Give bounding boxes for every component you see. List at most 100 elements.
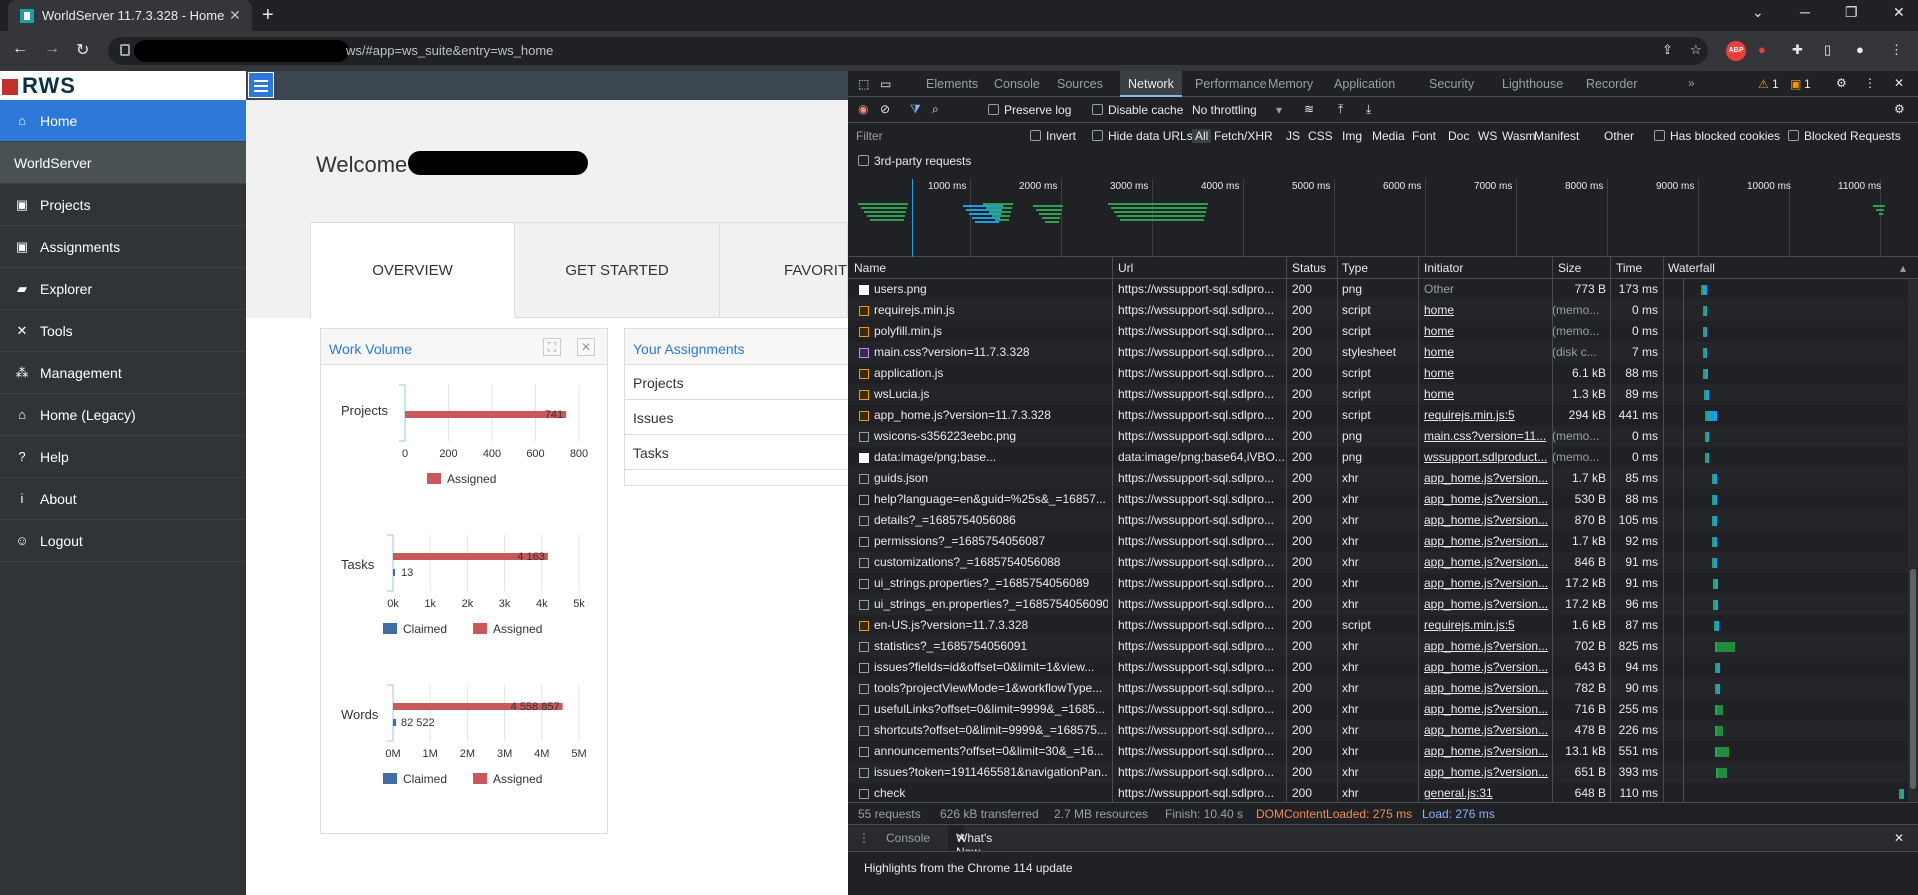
devtools-tab-elements[interactable]: Elements — [926, 71, 978, 97]
invert-checkbox[interactable]: Invert — [1030, 129, 1076, 143]
request-initiator[interactable]: app_home.js?version... — [1424, 723, 1550, 737]
col-time[interactable]: Time — [1616, 261, 1642, 275]
request-initiator[interactable]: app_home.js?version... — [1424, 639, 1550, 653]
filter-type-fetch-xhr[interactable]: Fetch/XHR — [1214, 129, 1273, 143]
col-size[interactable]: Size — [1558, 261, 1581, 275]
hide-data-urls-checkbox[interactable]: Hide data URLs — [1092, 129, 1193, 143]
request-initiator[interactable]: app_home.js?version... — [1424, 597, 1550, 611]
nav-item-help[interactable]: ? Help — [0, 436, 246, 478]
tab-get-started[interactable]: GET STARTED — [514, 222, 720, 318]
network-request-row[interactable]: en-US.js?version=11.7.3.328 https://wssup… — [848, 615, 1908, 636]
network-request-row[interactable]: tools?projectViewMode=1&workflowType... h… — [848, 678, 1908, 699]
scrollbar-thumb[interactable] — [1910, 569, 1916, 789]
devtools-tab-security[interactable]: Security — [1429, 71, 1474, 97]
close-widget-icon[interactable]: ✕ — [577, 338, 595, 356]
tab-overview[interactable]: OVERVIEW — [310, 222, 515, 318]
device-toolbar-icon[interactable]: ▭ — [880, 77, 891, 91]
chrome-menu-icon[interactable]: ⋮ — [1890, 42, 1903, 58]
share-icon[interactable]: ⇪ — [1662, 42, 1673, 58]
close-tab-icon[interactable]: ✕ — [226, 7, 244, 24]
hamburger-menu-icon[interactable] — [248, 72, 274, 98]
disable-cache-checkbox[interactable]: Disable cache — [1092, 103, 1183, 117]
network-conditions-icon[interactable]: ≋ — [1304, 102, 1314, 116]
close-tab-icon[interactable]: ✕ — [956, 831, 966, 845]
request-initiator[interactable]: home — [1424, 303, 1550, 317]
warnings-icon[interactable]: ⚠ — [1758, 77, 1769, 91]
nav-item-about[interactable]: i About — [0, 478, 246, 520]
more-tabs-icon[interactable]: » — [1688, 76, 1695, 90]
request-initiator[interactable]: app_home.js?version... — [1424, 534, 1550, 548]
network-settings-icon[interactable]: ⚙ — [1894, 102, 1905, 116]
network-request-row[interactable]: statistics?_=1685754056091 https://wssupp… — [848, 636, 1908, 657]
filter-type-manifest[interactable]: Manifest — [1534, 129, 1579, 143]
issues-icon[interactable]: ▣ — [1790, 77, 1801, 91]
filter-type-img[interactable]: Img — [1342, 129, 1362, 143]
network-overview-timeline[interactable]: 1000 ms 2000 ms 3000 ms 4000 ms 5000 ms 6000 … — [848, 175, 1918, 257]
request-initiator[interactable]: app_home.js?version... — [1424, 492, 1550, 506]
request-initiator[interactable]: app_home.js?version... — [1424, 681, 1550, 695]
nav-item-management[interactable]: ⁂ Management — [0, 352, 246, 394]
request-initiator[interactable]: app_home.js?version... — [1424, 702, 1550, 716]
request-initiator[interactable]: wssupport.sdlproduct... — [1424, 450, 1550, 464]
export-har-icon[interactable]: ⤓ — [1366, 102, 1371, 117]
col-status[interactable]: Status — [1292, 261, 1326, 275]
network-request-row[interactable]: permissions?_=1685754056087 https://wssup… — [848, 531, 1908, 552]
filter-type-js[interactable]: JS — [1286, 129, 1300, 143]
issues-count[interactable]: 1 — [1804, 77, 1811, 91]
request-initiator[interactable]: general.js:31 — [1424, 786, 1550, 800]
request-initiator[interactable]: home — [1424, 366, 1550, 380]
devtools-tab-sources[interactable]: Sources — [1057, 71, 1103, 97]
omnibox[interactable]: ws/#app=ws_suite&entry=ws_home — [108, 37, 1708, 65]
profile-icon[interactable]: ● — [1856, 42, 1864, 57]
preserve-log-checkbox[interactable]: Preserve log — [988, 103, 1071, 117]
filter-type-all[interactable]: All — [1192, 129, 1212, 143]
close-window-button[interactable]: ✕ — [1893, 4, 1905, 21]
rws-logo[interactable]: RWS — [2, 73, 76, 99]
network-request-row[interactable]: main.css?version=11.7.3.328 https://wssup… — [848, 342, 1908, 363]
request-initiator[interactable]: requirejs.min.js:5 — [1424, 408, 1550, 422]
assignments-tasks-link[interactable]: Tasks — [625, 435, 848, 470]
import-har-icon[interactable]: ⤒ — [1338, 102, 1343, 117]
network-request-row[interactable]: ui_strings_en.properties?_=1685754056090… — [848, 594, 1908, 615]
inspect-element-icon[interactable]: ⬚ — [858, 77, 869, 91]
network-request-row[interactable]: check https://wssupport-sql.sdlpro... 200 x… — [848, 783, 1908, 802]
blocked-requests-checkbox[interactable]: Blocked Requests — [1788, 129, 1901, 143]
filter-funnel-icon[interactable]: ⧩ — [910, 102, 921, 117]
request-initiator[interactable]: app_home.js?version... — [1424, 765, 1550, 779]
nav-item-projects[interactable]: ▣ Projects — [0, 184, 246, 226]
assignments-projects-link[interactable]: Projects — [625, 365, 848, 400]
network-request-row[interactable]: announcements?offset=0&limit=30&_=16... h… — [848, 741, 1908, 762]
side-panel-icon[interactable]: ▯ — [1824, 42, 1831, 58]
close-drawer-icon[interactable]: ✕ — [1894, 831, 1904, 845]
network-request-row[interactable]: data:image/png;base... data:image/png;bas… — [848, 447, 1908, 468]
request-initiator[interactable]: app_home.js?version... — [1424, 576, 1550, 590]
network-request-row[interactable]: ui_strings.properties?_=1685754056089 htt… — [848, 573, 1908, 594]
filter-type-doc[interactable]: Doc — [1448, 129, 1469, 143]
filter-type-media[interactable]: Media — [1372, 129, 1405, 143]
settings-gear-icon[interactable]: ⚙ — [1836, 76, 1847, 90]
reload-button[interactable]: ↻ — [76, 40, 89, 60]
filter-type-font[interactable]: Font — [1412, 129, 1436, 143]
network-request-row[interactable]: customizations?_=1685754056088 https://ws… — [848, 552, 1908, 573]
nav-item-home[interactable]: ⌂ Home — [0, 100, 246, 142]
devtools-tab-application[interactable]: Application — [1334, 71, 1395, 97]
devtools-tab-console[interactable]: Console — [994, 71, 1040, 97]
request-initiator[interactable]: main.css?version=11... — [1424, 429, 1550, 443]
clear-icon[interactable]: ⊘ — [880, 102, 890, 116]
network-request-row[interactable]: app_home.js?version=11.7.3.328 https://ws… — [848, 405, 1908, 426]
maximize-button[interactable]: ❐ — [1845, 4, 1858, 21]
network-request-row[interactable]: wsicons-s356223eebc.png https://wssupport… — [848, 426, 1908, 447]
network-request-row[interactable]: polyfill.min.js https://wssupport-sql.sdl… — [848, 321, 1908, 342]
bookmark-star-icon[interactable]: ☆ — [1690, 42, 1702, 58]
warnings-count[interactable]: 1 — [1772, 77, 1779, 91]
network-request-row[interactable]: wsLucia.js https://wssupport-sql.sdlpro..… — [848, 384, 1908, 405]
devtools-tab-recorder[interactable]: Recorder — [1586, 71, 1637, 97]
devtools-menu-icon[interactable]: ⋮ — [1864, 76, 1876, 90]
throttling-select[interactable]: No throttling — [1192, 103, 1257, 117]
search-icon[interactable]: ⌕ — [932, 102, 939, 117]
devtools-tab-lighthouse[interactable]: Lighthouse — [1502, 71, 1563, 97]
network-request-row[interactable]: issues?fields=id&offset=0&limit=1&view..… — [848, 657, 1908, 678]
blocked-cookies-checkbox[interactable]: Has blocked cookies — [1654, 129, 1780, 143]
network-request-row[interactable]: usefulLinks?offset=0&limit=9999&_=1685..… — [848, 699, 1908, 720]
forward-button[interactable]: → — [44, 40, 60, 58]
